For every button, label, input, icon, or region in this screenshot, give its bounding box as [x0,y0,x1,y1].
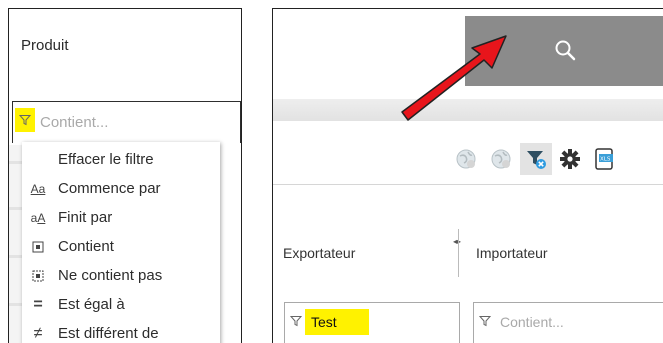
menu-item-not-equals[interactable]: ≠ Est différent de [22,320,220,343]
menu-item-label: Est égal à [58,296,125,313]
product-column-panel: Produit Contient... Effacer le filtre Aa… [8,8,242,343]
clear-filter-icon [527,151,546,169]
filter-operator-menu: Effacer le filtre Aa Commence par aA Fin… [22,142,220,343]
menu-item-label: Finit par [58,209,113,226]
annotation-arrow [401,35,507,121]
funnel-icon[interactable] [290,315,302,327]
menu-item-equals[interactable]: = Est égal à [22,291,220,319]
globe-disabled-icon [456,149,476,169]
globe-disabled-icon [491,149,511,169]
menu-item-clear-filter[interactable]: Effacer le filtre [22,146,220,174]
funnel-icon[interactable] [479,315,491,327]
ends-with-icon: aA [30,211,46,225]
filter-value: Test [311,314,337,330]
gear-icon [560,149,580,169]
menu-item-label: Commence par [58,180,161,197]
menu-item-ends-with[interactable]: aA Finit par [22,204,220,232]
globe-button-1[interactable] [450,143,482,175]
column-divider[interactable] [458,229,459,277]
column-header-produit[interactable]: Produit [21,37,69,54]
not-equals-icon: ≠ [33,325,43,342]
grid-toolbar: XLS [273,137,663,177]
starts-with-icon: Aa [30,182,46,196]
product-filter-input[interactable]: Contient... [12,101,241,143]
filter-placeholder: Contient... [40,114,109,131]
filter-funnel-button[interactable] [15,108,35,132]
menu-item-label: Effacer le filtre [58,151,154,168]
filter-placeholder: Contient... [500,314,564,330]
menu-item-starts-with[interactable]: Aa Commence par [22,175,220,203]
menu-item-label: Contient [58,238,114,255]
not-contains-icon [28,262,48,290]
funnel-icon [19,115,31,126]
clear-filter-button[interactable] [520,143,552,175]
importer-filter-input[interactable]: Contient... [473,302,663,343]
export-xls-icon: XLS [595,148,613,170]
contains-icon [28,233,48,261]
globe-button-2[interactable] [485,143,517,175]
column-header-exportateur[interactable]: Exportateur [283,245,355,261]
equals-icon: = [33,296,43,313]
menu-item-contains[interactable]: Contient [22,233,220,261]
menu-item-label: Ne contient pas [58,267,163,284]
menu-item-label: Est différent de [58,325,159,342]
column-header-importateur[interactable]: Importateur [476,245,548,261]
toolbar-divider [273,184,663,185]
menu-item-not-contains[interactable]: Ne contient pas [22,262,220,290]
exporter-filter-input[interactable]: Test [284,302,460,343]
search-icon [555,40,576,61]
export-xls-button[interactable]: XLS [589,143,621,175]
svg-text:XLS: XLS [600,157,611,163]
settings-button[interactable] [554,143,586,175]
